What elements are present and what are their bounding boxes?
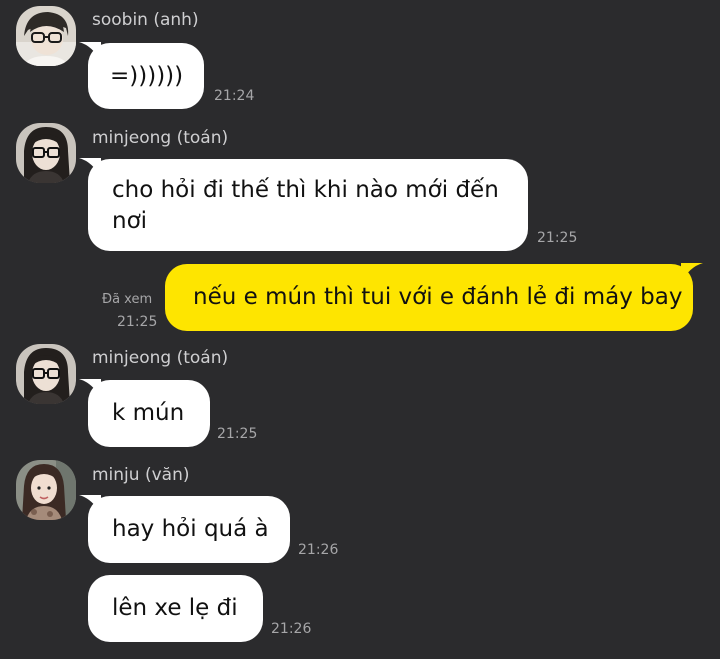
- message-time: 21:26: [298, 542, 339, 558]
- message-bubble[interactable]: hay hỏi quá à: [79, 495, 290, 563]
- message-text: nếu e mún thì tui với e đánh lẻ đi máy b…: [193, 284, 683, 310]
- message-time: 21:26: [271, 621, 312, 637]
- sender-name: soobin (anh): [92, 10, 199, 30]
- message-bubble[interactable]: lên xe lẹ đi: [88, 575, 263, 642]
- message-bubble[interactable]: k mún: [79, 379, 210, 447]
- bubble-tail: [79, 42, 101, 62]
- bubble-tail: [79, 379, 101, 399]
- sender-name: minju (văn): [92, 465, 190, 485]
- bubble-tail: [79, 158, 101, 178]
- message-time: 21:25: [117, 314, 158, 330]
- avatar-minjeong[interactable]: [16, 123, 76, 183]
- message-text: hay hỏi quá à: [112, 516, 269, 542]
- message-time: 21:24: [214, 88, 255, 104]
- sender-name: minjeong (toán): [92, 128, 229, 148]
- read-receipt: Đã xem: [102, 292, 153, 307]
- avatar-soobin[interactable]: [16, 6, 76, 66]
- bubble-tail: [681, 263, 703, 283]
- message-text: k mún: [112, 400, 185, 426]
- message-bubble[interactable]: =)))))): [79, 42, 204, 109]
- message-text-line-2: nơi: [112, 208, 148, 234]
- sender-name: minjeong (toán): [92, 348, 229, 368]
- avatar-minjeong[interactable]: [16, 344, 76, 404]
- message-bubble-outgoing[interactable]: nếu e mún thì tui với e đánh lẻ đi máy b…: [165, 263, 703, 331]
- message-text: =)))))): [110, 63, 184, 89]
- message-text-line-1: cho hỏi đi thế thì khi nào mới đến: [112, 177, 499, 203]
- message-text: lên xe lẹ đi: [112, 595, 238, 621]
- message-bubble[interactable]: cho hỏi đi thế thì khi nào mới đến nơi: [79, 158, 528, 251]
- message-time: 21:25: [217, 426, 258, 442]
- bubble-tail: [79, 495, 101, 515]
- avatar-minju[interactable]: [16, 460, 76, 520]
- message-time: 21:25: [537, 230, 578, 246]
